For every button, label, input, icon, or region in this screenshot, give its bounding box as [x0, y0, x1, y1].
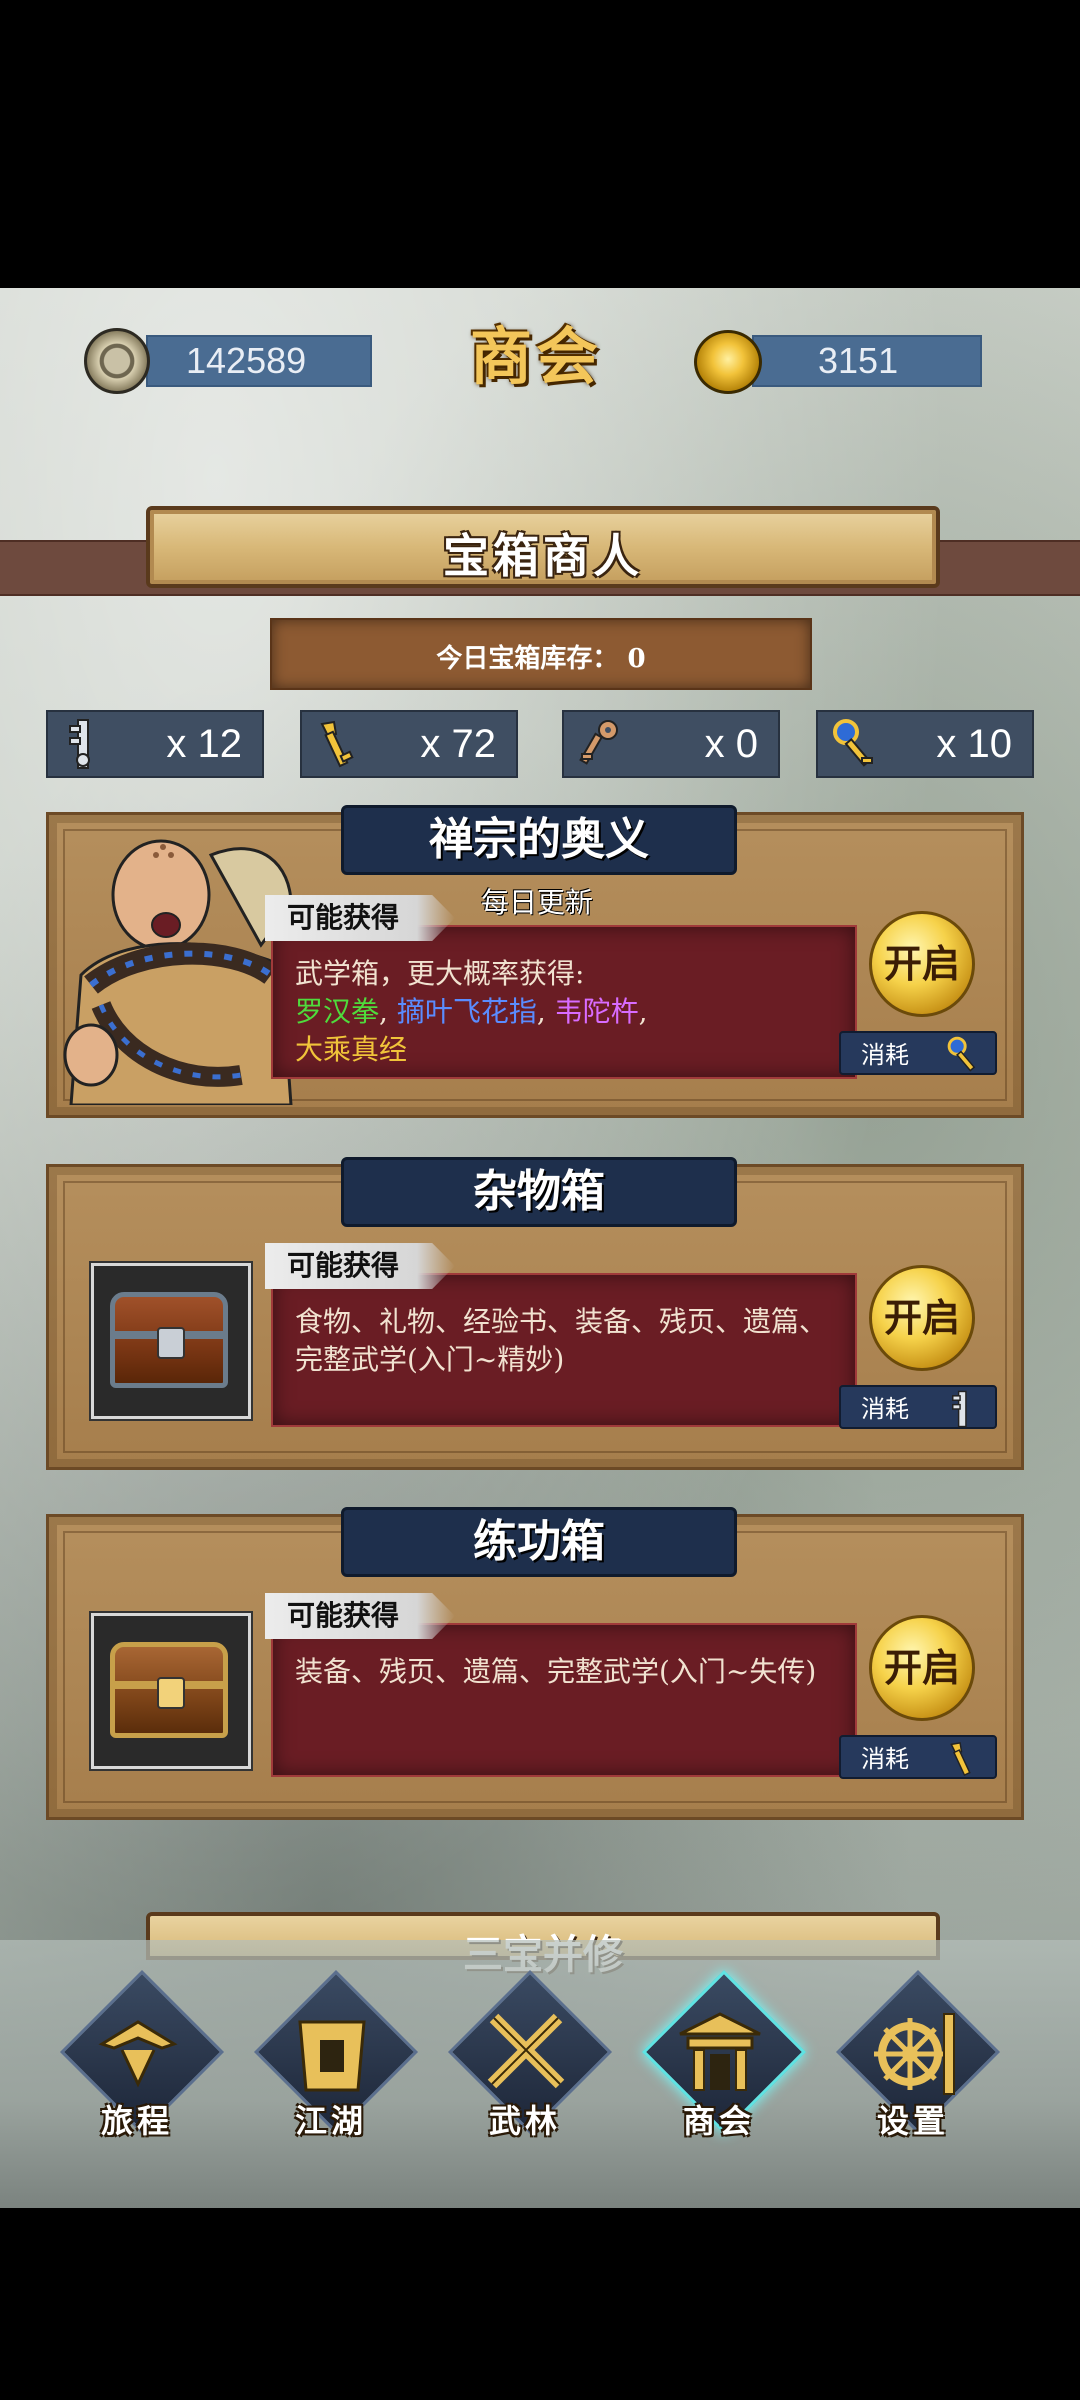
- chest-title: 禅宗的奥义: [341, 805, 737, 875]
- open-button[interactable]: 开启: [869, 1615, 975, 1721]
- cost-button[interactable]: 消耗: [839, 1031, 997, 1075]
- key-count: x 0: [704, 722, 758, 766]
- page-title: 商会: [470, 320, 603, 393]
- nav-journey[interactable]: 旅程: [59, 1969, 225, 2158]
- chest-icon: [110, 1292, 228, 1388]
- reward-item: 罗汉拳: [295, 995, 380, 1028]
- bottom-nav: 旅程 江湖 武林 商会 设置: [0, 1940, 1080, 2208]
- drop-box: 武学箱，更大概率获得: 罗汉拳, 摘叶飞花指, 韦陀杵, 大乘真经: [271, 925, 857, 1079]
- gold-ingot-icon: [694, 330, 762, 394]
- gold-key-icon: [950, 1742, 971, 1777]
- nav-label: 旅程: [100, 2102, 173, 2140]
- nav-label: 江湖: [294, 2102, 367, 2140]
- chest-image: [91, 1613, 251, 1769]
- merchant-banner: 宝箱商人: [146, 506, 940, 588]
- cost-button[interactable]: 消耗: [839, 1735, 997, 1779]
- drop-box: 装备、残页、遗篇、完整武学(入门~失传): [271, 1623, 857, 1777]
- monk-portrait: [63, 839, 293, 1105]
- daily-stock: 今日宝箱库存： 0: [270, 618, 812, 690]
- jade-key-icon: [833, 719, 873, 767]
- possible-rewards-tag: 可能获得: [265, 895, 455, 941]
- silver-key-icon: [952, 1390, 967, 1428]
- nav-wulin[interactable]: 武林: [447, 1969, 613, 2158]
- reward-item: 韦陀杵: [554, 995, 639, 1028]
- gold-key-icon: [320, 720, 354, 768]
- pavilion-icon: [679, 2012, 761, 2091]
- ingot-value: 3151: [818, 340, 899, 381]
- possible-rewards-tag: 可能获得: [265, 1243, 455, 1289]
- nav-label: 商会: [682, 2102, 755, 2140]
- jade-key-icon: [947, 1036, 976, 1072]
- chest-title: 练功箱: [341, 1507, 737, 1577]
- nav-label: 武林: [488, 2102, 561, 2140]
- drop-description: 食物、礼物、经验书、装备、残页、遗篇、完整武学(入门~精妙): [295, 1305, 828, 1376]
- nav-settings[interactable]: 设置: [835, 1969, 1001, 2158]
- bronze-key-icon: [579, 720, 618, 765]
- shop-screen: 142589 商会 3151 宝箱商人 今日宝箱库存： 0 x 12 x 72: [0, 288, 1080, 2208]
- chest-image: [91, 1263, 251, 1419]
- nav-label: 设置: [876, 2102, 949, 2140]
- stock-label: 今日宝箱库存：: [436, 644, 619, 674]
- key-count-silver: x 12: [46, 710, 264, 778]
- traveler-hat-icon: [98, 2020, 178, 2088]
- possible-rewards-tag: 可能获得: [265, 1593, 455, 1639]
- chest-title: 杂物箱: [341, 1157, 737, 1227]
- coin-value: 142589: [186, 340, 307, 381]
- merchant-title: 宝箱商人: [443, 529, 643, 583]
- key-count: x 72: [420, 722, 496, 766]
- drop-description: 装备、残页、遗篇、完整武学(入门~失传): [295, 1655, 817, 1688]
- open-button[interactable]: 开启: [869, 1265, 975, 1371]
- drop-description: 武学箱，更大概率获得: 罗汉拳, 摘叶飞花指, 韦陀杵, 大乘真经: [295, 957, 648, 1066]
- reward-item: 摘叶飞花指: [396, 995, 537, 1028]
- silver-key-icon: [69, 719, 90, 769]
- chest-card-zen: 禅宗的奥义 每日更新 武学箱，更大概率获得: 罗汉拳, 摘叶飞花指, 韦陀杵, …: [46, 805, 1024, 1118]
- nav-guild[interactable]: 商会: [641, 1969, 807, 2158]
- ship-wheel-icon: [874, 2013, 955, 2095]
- key-count-bronze: x 0: [562, 710, 780, 778]
- nav-jianghu[interactable]: 江湖: [253, 1969, 419, 2158]
- cost-button[interactable]: 消耗: [839, 1385, 997, 1429]
- drop-box: 食物、礼物、经验书、装备、残页、遗篇、完整武学(入门~精妙): [271, 1273, 857, 1427]
- chest-card-misc: 杂物箱 食物、礼物、经验书、装备、残页、遗篇、完整武学(入门~精妙) 可能获得 …: [46, 1157, 1024, 1470]
- key-count: x 12: [166, 722, 242, 766]
- reward-item: 大乘真经: [295, 1033, 408, 1066]
- stock-value: 0: [627, 644, 646, 674]
- chest-subtitle: 每日更新: [481, 886, 594, 919]
- key-count-jade: x 10: [816, 710, 1034, 778]
- gate-icon: [298, 2020, 366, 2092]
- crossed-swords-icon: [487, 2013, 565, 2089]
- coin-icon: [84, 328, 150, 394]
- key-count: x 10: [936, 722, 1012, 766]
- chest-card-training: 练功箱 装备、残页、遗篇、完整武学(入门~失传) 可能获得 开启 消耗: [46, 1507, 1024, 1820]
- open-button[interactable]: 开启: [869, 911, 975, 1017]
- chest-icon: [110, 1642, 228, 1738]
- key-count-gold: x 72: [300, 710, 518, 778]
